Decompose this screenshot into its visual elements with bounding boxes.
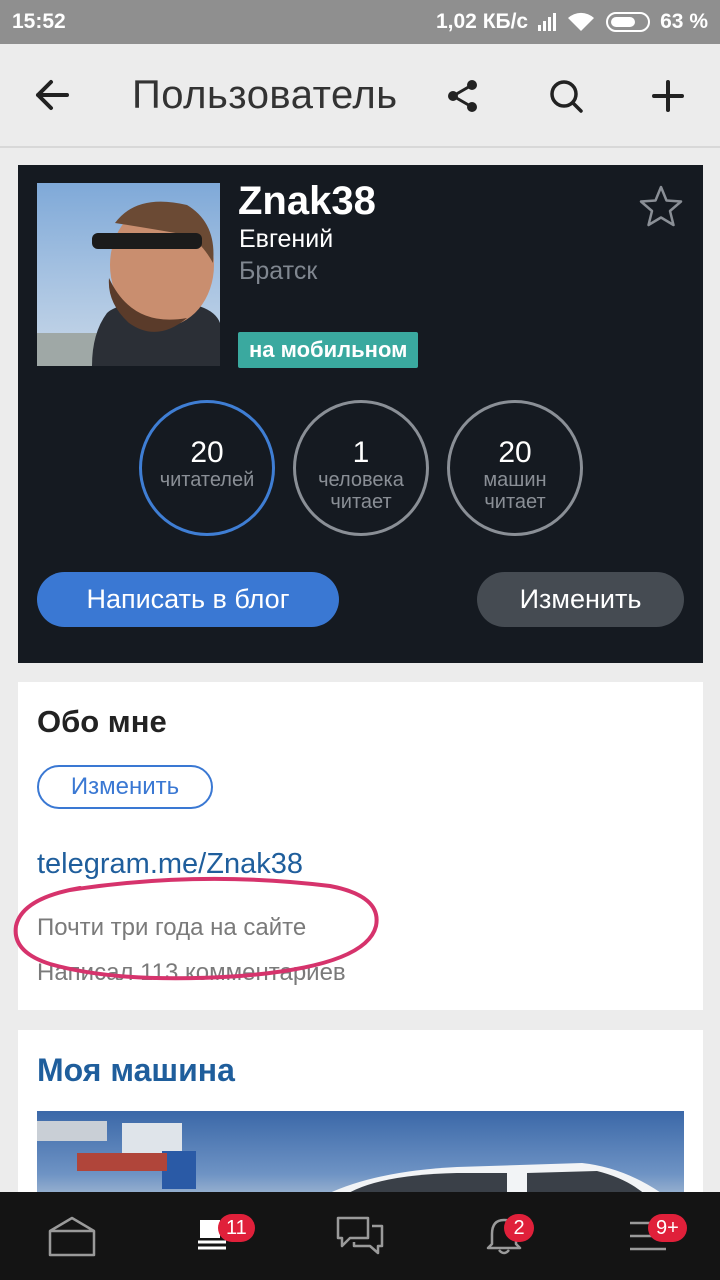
stat-following-people-label: человека читает — [318, 469, 404, 513]
status-badge: на мобильном — [238, 332, 419, 368]
avatar[interactable] — [37, 183, 220, 366]
messages-icon — [336, 1216, 384, 1255]
battery-icon — [606, 12, 651, 32]
nickname: Znak38 — [238, 179, 376, 223]
user-profile-screen: 15:52 1,02 КБ/с 63 % Пользователь Znak38… — [0, 0, 720, 1280]
menu-badge: 9+ — [648, 1214, 687, 1242]
status-time: 15:52 — [12, 10, 66, 33]
wifi-icon — [568, 12, 595, 31]
stat-following-cars[interactable]: 20 машин читает — [447, 400, 583, 536]
search-button[interactable] — [526, 44, 606, 148]
search-icon — [550, 80, 583, 113]
stat-following-people[interactable]: 1 человека читает — [293, 400, 429, 536]
city: Братск — [239, 257, 318, 285]
first-name: Евгений — [239, 225, 334, 253]
nav-feed[interactable]: 11 — [144, 1192, 288, 1280]
back-button[interactable] — [0, 43, 104, 147]
nav-home[interactable] — [0, 1192, 144, 1280]
telegram-link[interactable]: telegram.me/Znak38 — [37, 848, 303, 881]
share-icon — [448, 80, 477, 112]
about-card: Обо мне Изменить telegram.me/Znak38 Почт… — [18, 682, 703, 1010]
stat-following-cars-label: машин читает — [483, 469, 547, 513]
add-button[interactable] — [628, 44, 708, 148]
edit-about-button[interactable]: Изменить — [37, 765, 213, 809]
comments-count: Написал 113 комментариев — [37, 959, 346, 986]
status-right: 1,02 КБ/с 63 % — [436, 10, 708, 34]
about-heading: Обо мне — [37, 704, 167, 739]
avatar-photo — [37, 201, 220, 366]
star-icon[interactable] — [637, 183, 685, 231]
profile-card: Znak38 Евгений Братск на мобильном 20 чи… — [18, 165, 703, 663]
stat-following-cars-count: 20 — [498, 436, 532, 469]
feed-badge: 11 — [218, 1214, 255, 1242]
notifications-badge: 2 — [504, 1214, 534, 1242]
stat-readers-label: читателей — [159, 469, 255, 491]
bottom-nav: 11 2 9+ — [0, 1192, 720, 1280]
nav-messages[interactable] — [288, 1192, 432, 1280]
stat-readers[interactable]: 20 читателей — [139, 400, 275, 536]
page-title: Пользователь — [132, 72, 398, 117]
write-blog-button[interactable]: Написать в блог — [37, 572, 339, 627]
battery-level: 63 % — [660, 10, 708, 33]
app-bar: Пользователь — [0, 44, 720, 148]
share-button[interactable] — [423, 44, 503, 148]
status-bar: 15:52 1,02 КБ/с 63 % — [0, 0, 720, 44]
years-on-site: Почти три года на сайте — [37, 914, 307, 941]
network-speed: 1,02 КБ/с — [435, 10, 529, 33]
nav-notifications[interactable]: 2 — [432, 1192, 576, 1280]
stat-readers-count: 20 — [190, 436, 224, 469]
edit-profile-button[interactable]: Изменить — [477, 572, 684, 627]
back-arrow-icon — [36, 80, 69, 110]
car-heading[interactable]: Моя машина — [37, 1052, 235, 1089]
signal-icon — [538, 13, 557, 31]
nav-menu[interactable]: 9+ — [576, 1192, 720, 1280]
plus-icon — [652, 80, 684, 112]
home-icon — [48, 1216, 96, 1257]
stat-following-people-count: 1 — [352, 436, 370, 469]
